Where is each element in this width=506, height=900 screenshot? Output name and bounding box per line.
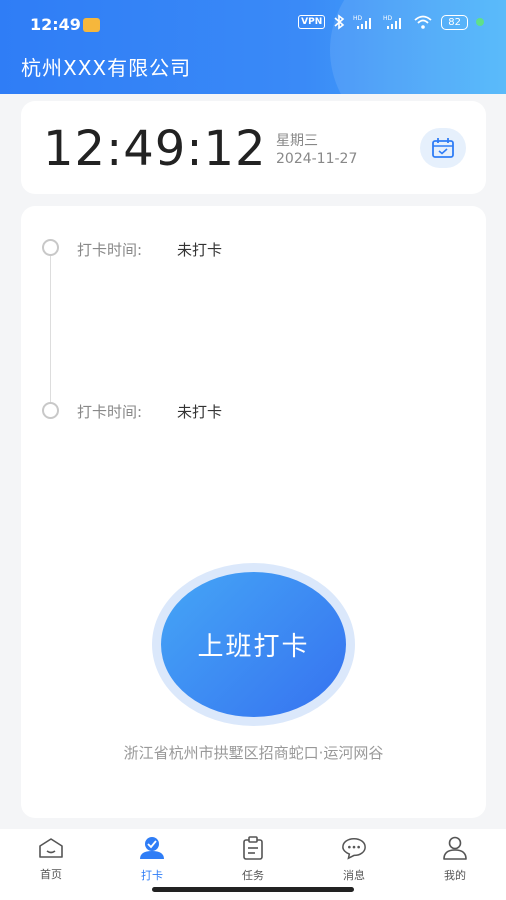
tab-label: 我的: [444, 869, 466, 882]
calendar-button[interactable]: [420, 128, 466, 168]
tab-checkin[interactable]: 打卡: [117, 836, 187, 882]
signal-icon: HD: [353, 15, 372, 29]
current-time: 12:49:12: [43, 121, 267, 177]
timeline-dot-end: [42, 402, 59, 419]
timeline-dot-start: [42, 239, 59, 256]
clock-in-button[interactable]: 上班打卡: [161, 572, 346, 717]
weekday: 星期三: [276, 133, 318, 149]
tab-messages[interactable]: 消息: [319, 836, 389, 882]
company-title: 杭州XXX有限公司: [21, 56, 192, 80]
chat-icon: [342, 837, 366, 860]
gallery-notification-icon: [83, 18, 100, 32]
tab-label: 任务: [242, 869, 264, 882]
tab-label: 消息: [343, 869, 365, 882]
svg-text:HD: HD: [383, 15, 393, 22]
record-value: 未打卡: [177, 241, 223, 259]
home-icon: [39, 837, 63, 858]
status-time: 12:49: [30, 15, 81, 34]
timeline-line: [50, 254, 51, 410]
tab-tasks[interactable]: 任务: [218, 836, 288, 882]
clock-card: 12:49:12 星期三 2024-11-27: [21, 101, 486, 194]
user-icon: [443, 836, 467, 860]
tab-label: 打卡: [141, 869, 163, 882]
status-icons: VPN HD HD 82: [298, 14, 484, 30]
privacy-dot-icon: [476, 18, 484, 26]
tab-label: 首页: [40, 868, 62, 881]
current-date: 2024-11-27: [276, 151, 358, 167]
checkin-card: 打卡时间: 未打卡 打卡时间: 未打卡 上班打卡 浙江省杭州市拱墅区招商蛇口·运…: [21, 206, 486, 818]
calendar-icon: [432, 138, 454, 158]
tab-profile[interactable]: 我的: [420, 836, 490, 882]
clipboard-icon: [243, 836, 263, 860]
tab-home[interactable]: 首页: [16, 836, 86, 882]
app-header: 12:49 VPN HD HD 82 杭州XXX有限公司: [0, 0, 506, 94]
home-indicator[interactable]: [152, 887, 354, 892]
location-address: 浙江省杭州市拱墅区招商蛇口·运河网谷: [123, 744, 384, 762]
vpn-badge: VPN: [298, 15, 326, 29]
checkin-icon: [140, 837, 164, 859]
battery-indicator: 82: [441, 14, 468, 30]
wifi-icon: [414, 15, 432, 29]
signal-icon-2: HD: [383, 15, 402, 29]
record-label: 打卡时间:: [77, 403, 143, 421]
status-bar: 12:49 VPN HD HD 82: [0, 0, 506, 50]
bluetooth-icon: [334, 14, 345, 30]
record-label: 打卡时间:: [77, 241, 143, 259]
svg-text:HD: HD: [353, 15, 363, 22]
record-value: 未打卡: [177, 403, 223, 421]
